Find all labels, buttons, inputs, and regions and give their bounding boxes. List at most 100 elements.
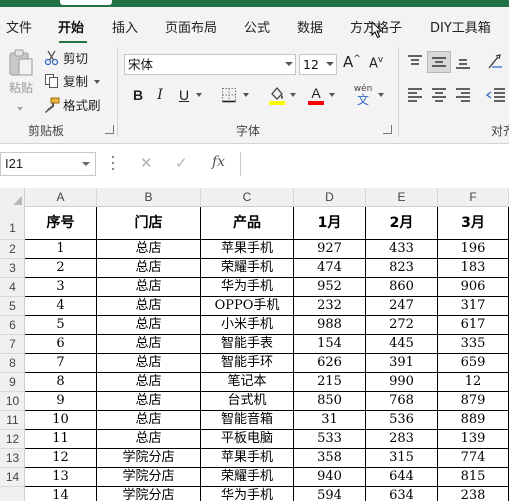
cell-store[interactable]: 总店	[97, 411, 201, 430]
cell-jan[interactable]: 952	[294, 278, 366, 297]
cell-product[interactable]: 荣耀手机	[201, 468, 294, 487]
phonetic-guide-button[interactable]: wén 文	[353, 84, 373, 106]
cell-store[interactable]: 学院分店	[97, 449, 201, 468]
cell-feb[interactable]: 315	[366, 449, 438, 468]
font-size-combo[interactable]: 12	[299, 54, 337, 75]
row-header-10[interactable]: 10	[0, 392, 25, 411]
underline-button[interactable]: U	[174, 85, 194, 105]
cell-feb[interactable]: 247	[366, 297, 438, 316]
paste-button[interactable]: 粘贴	[6, 47, 36, 96]
cell-feb[interactable]: 823	[366, 259, 438, 278]
cell-jan[interactable]: 31	[294, 411, 366, 430]
clipboard-dialog-launcher[interactable]	[105, 125, 114, 134]
increase-font-size-button[interactable]: A^	[343, 53, 361, 71]
column-header-a[interactable]: A	[25, 188, 97, 207]
cell-store[interactable]: 总店	[97, 373, 201, 392]
cell-seq[interactable]: 5	[25, 316, 97, 335]
align-bottom-icon[interactable]	[455, 55, 471, 69]
cell-seq[interactable]: 14	[25, 487, 97, 501]
column-header-e[interactable]: E	[366, 188, 438, 207]
row-header-4[interactable]: 4	[0, 278, 25, 297]
formula-bar-resize-handle[interactable]	[112, 156, 115, 172]
cell-product[interactable]: 智能手表	[201, 335, 294, 354]
cancel-icon[interactable]: ✕	[140, 154, 153, 172]
cell-store[interactable]: 总店	[97, 240, 201, 259]
row-header-12[interactable]: 12	[0, 430, 25, 449]
cell-product[interactable]: 苹果手机	[201, 240, 294, 259]
cell-seq[interactable]: 2	[25, 259, 97, 278]
cell-jan[interactable]: 533	[294, 430, 366, 449]
phonetic-dropdown-arrow[interactable]	[378, 93, 384, 97]
fill-color-dropdown-arrow[interactable]	[290, 93, 296, 97]
paste-dropdown-arrow[interactable]	[17, 107, 23, 111]
row-header-2[interactable]: 2	[0, 240, 25, 259]
cell-product[interactable]: 华为手机	[201, 487, 294, 501]
header-cell-mar[interactable]: 3月	[438, 207, 509, 240]
cell-feb[interactable]: 536	[366, 411, 438, 430]
cell-store[interactable]: 总店	[97, 259, 201, 278]
cell-jan[interactable]: 474	[294, 259, 366, 278]
decrease-font-size-button[interactable]: Av	[369, 55, 383, 71]
tab-insert[interactable]: 插入	[112, 17, 138, 36]
cell-feb[interactable]: 283	[366, 430, 438, 449]
borders-icon[interactable]	[221, 87, 237, 103]
enter-check-icon[interactable]: ✓	[175, 154, 188, 172]
cell-mar[interactable]: 139	[438, 430, 509, 449]
cell-store[interactable]: 总店	[97, 392, 201, 411]
cell-seq[interactable]: 3	[25, 278, 97, 297]
cell-store[interactable]: 学院分店	[97, 468, 201, 487]
cell-store[interactable]: 总店	[97, 316, 201, 335]
cell-seq[interactable]: 7	[25, 354, 97, 373]
cell-seq[interactable]: 6	[25, 335, 97, 354]
column-header-c[interactable]: C	[201, 188, 294, 207]
cut-button[interactable]: 剪切	[44, 48, 88, 67]
font-name-combo[interactable]: 宋体	[124, 54, 296, 75]
cell-mar[interactable]: 196	[438, 240, 509, 259]
cell-store[interactable]: 总店	[97, 278, 201, 297]
cell-seq[interactable]: 1	[25, 240, 97, 259]
copy-dropdown-arrow[interactable]	[94, 79, 101, 84]
tab-data[interactable]: 数据	[297, 17, 323, 36]
align-middle-button[interactable]	[427, 51, 451, 73]
cell-mar[interactable]: 617	[438, 316, 509, 335]
header-cell-product[interactable]: 产品	[201, 207, 294, 240]
cell-jan[interactable]: 358	[294, 449, 366, 468]
font-name-dropdown-arrow[interactable]	[285, 62, 293, 66]
cell-jan[interactable]: 154	[294, 335, 366, 354]
cell-seq[interactable]: 11	[25, 430, 97, 449]
tab-page-layout[interactable]: 页面布局	[165, 17, 217, 36]
cell-feb[interactable]: 445	[366, 335, 438, 354]
cell-seq[interactable]: 8	[25, 373, 97, 392]
align-center-icon[interactable]	[431, 88, 447, 102]
cell-mar[interactable]: 238	[438, 487, 509, 501]
cell-mar[interactable]: 879	[438, 392, 509, 411]
row-header-14[interactable]: 14	[0, 468, 25, 487]
cell-feb[interactable]: 990	[366, 373, 438, 392]
font-color-dropdown-arrow[interactable]	[329, 93, 335, 97]
cell-product[interactable]: 平板电脑	[201, 430, 294, 449]
column-header-f[interactable]: F	[438, 188, 509, 207]
fill-color-icon[interactable]	[268, 85, 286, 105]
cell-feb[interactable]: 768	[366, 392, 438, 411]
formula-input[interactable]	[240, 152, 509, 176]
row-header-9[interactable]: 9	[0, 373, 25, 392]
cell-product[interactable]: 苹果手机	[201, 449, 294, 468]
cell-feb[interactable]: 433	[366, 240, 438, 259]
cell-mar[interactable]: 317	[438, 297, 509, 316]
cell-store[interactable]: 总店	[97, 354, 201, 373]
row-header-13[interactable]: 13	[0, 449, 25, 468]
header-cell-jan[interactable]: 1月	[294, 207, 366, 240]
row-header-8[interactable]: 8	[0, 354, 25, 373]
cell-product[interactable]: 智能手环	[201, 354, 294, 373]
underline-dropdown-arrow[interactable]	[196, 93, 202, 97]
orientation-icon[interactable]	[486, 53, 506, 71]
format-painter-button[interactable]: 格式刷	[44, 95, 101, 114]
cell-seq[interactable]: 13	[25, 468, 97, 487]
cell-seq[interactable]: 10	[25, 411, 97, 430]
copy-button[interactable]: 复制	[44, 71, 101, 90]
cell-product[interactable]: 荣耀手机	[201, 259, 294, 278]
font-color-icon[interactable]: A	[307, 85, 325, 105]
column-header-d[interactable]: D	[294, 188, 366, 207]
tab-diy-toolbox[interactable]: DIY工具箱	[430, 17, 491, 36]
cell-mar[interactable]: 335	[438, 335, 509, 354]
